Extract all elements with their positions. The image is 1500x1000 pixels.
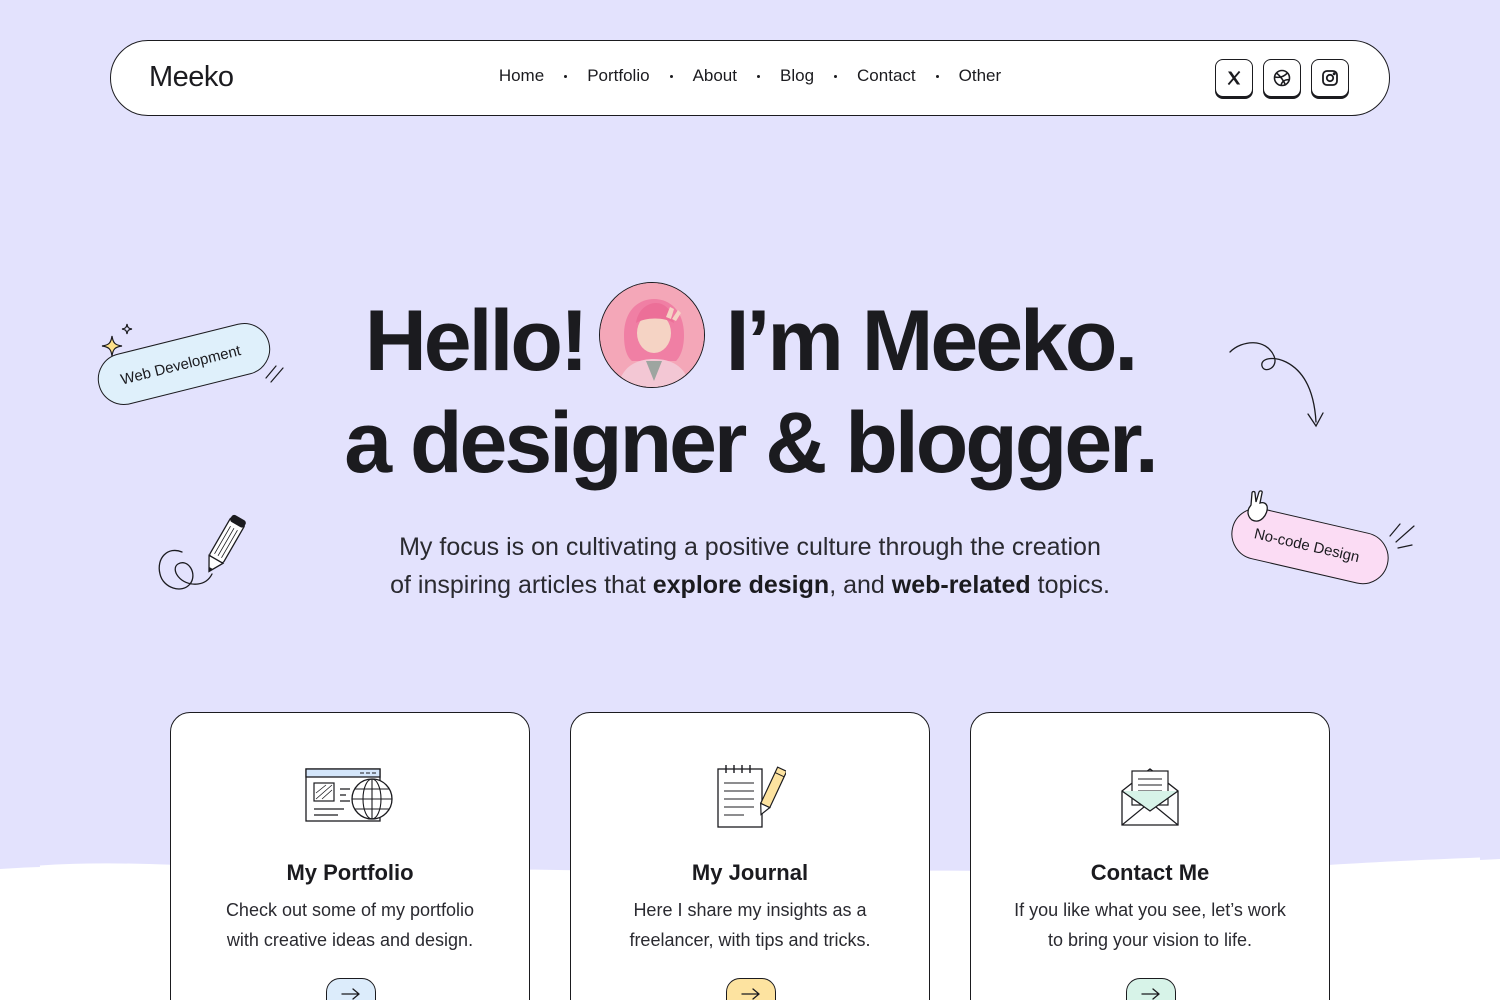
card-arrow-button[interactable] [726,978,776,1000]
subtitle-text: of inspiring articles that [390,571,653,599]
card-portfolio[interactable]: My Portfolio Check out some of my portfo… [170,712,530,1000]
instagram-icon [1322,70,1338,86]
subtitle-text: topics. [1030,571,1110,599]
motion-lines-icon [1389,523,1415,549]
nav-link-other[interactable]: Other [959,66,1002,86]
instagram-button[interactable] [1311,59,1349,97]
subtitle-emphasis: explore design [652,571,830,599]
card-description: If you like what you see, let’s work to … [1014,900,1286,950]
card-icon-wrapper [571,763,929,835]
pencil-doodle-icon [158,514,246,590]
dribbble-icon [1273,69,1291,87]
card-title: My Portfolio [286,860,414,885]
nav-link-blog[interactable]: Blog [780,66,814,86]
hero-hello: Hello! [364,293,589,389]
arrow-right-icon [741,988,761,1000]
arrow-right-icon [341,988,361,1000]
nav-link-contact[interactable]: Contact [857,66,916,86]
card-title: My Journal [691,860,809,885]
card-arrow-button[interactable] [326,978,376,1000]
curly-arrow-icon [1229,342,1324,428]
nav-separator [757,74,760,78]
social-links [1215,59,1349,97]
nav-link-about[interactable]: About [693,66,737,86]
navbar: Meeko Home Portfolio About Blog Contact … [110,40,1390,116]
dribbble-button[interactable] [1263,59,1301,97]
nav-link-home[interactable]: Home [499,66,544,86]
nav-separator [564,74,568,78]
peace-hand-icon [1247,490,1268,522]
card-contact[interactable]: Contact Me If you like what you see, let… [970,712,1330,1000]
subtitle-text: , and [829,571,892,599]
x-icon [1227,70,1241,86]
hero-name: I’m Meeko. [725,293,1139,389]
avatar-portrait [600,283,704,387]
tag-label: No-code Design [1252,524,1362,566]
avatar [599,282,705,388]
card-journal[interactable]: My Journal Here I share my insights as a… [570,712,930,1000]
envelope-letter-icon [1121,768,1179,826]
motion-lines-icon [265,365,284,383]
card-description: Here I share my insights as a freelancer… [629,900,871,950]
sparkle-icon [101,323,133,357]
nav-separator [834,74,838,78]
x-button[interactable] [1215,59,1253,97]
card-arrow-button[interactable] [1126,978,1176,1000]
nav-link-portfolio[interactable]: Portfolio [587,66,649,86]
notepad-pencil-icon [717,765,786,828]
card-title: Contact Me [1090,860,1210,885]
card-icon-wrapper [971,763,1329,835]
nav-links: Home Portfolio About Blog Contact Other [111,66,1389,86]
card-description: Check out some of my portfolio with crea… [225,900,475,950]
nav-separator [669,74,673,78]
arrow-right-icon [1141,988,1161,1000]
browser-globe-icon [305,768,393,822]
nav-separator [935,74,939,78]
subtitle-emphasis: web-related [891,571,1031,599]
card-icon-wrapper [171,763,529,835]
